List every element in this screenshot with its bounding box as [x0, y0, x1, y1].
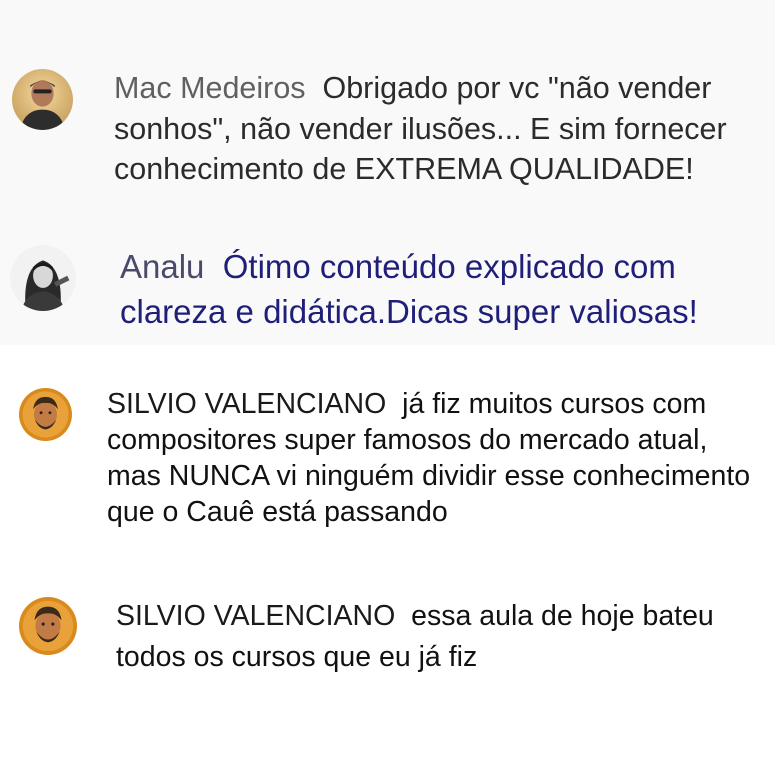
user-avatar-icon[interactable]	[10, 245, 76, 311]
comment-line: clareza e didática.Dicas super valiosas!	[120, 292, 698, 330]
comment-line: sonhos", não vender ilusões... E sim for…	[114, 111, 727, 146]
comment-text: essa aula de hoje bateu	[411, 600, 714, 632]
comment-line: mas NUNCA vi ninguém dividir esse conhec…	[107, 460, 751, 492]
comment-line: compositores super famosos do mercado at…	[107, 424, 708, 456]
comment-line: todos os cursos que eu já fiz	[116, 641, 478, 673]
comment-author[interactable]: Analu	[120, 248, 204, 285]
comment-line: Mac Medeiros Obrigado por vc "não vender	[114, 68, 727, 109]
comment-body: Mac Medeiros Obrigado por vc "não vender…	[114, 68, 727, 190]
comment-item: SILVIO VALENCIANO essa aula de hoje bate…	[0, 570, 775, 775]
comment-author[interactable]: SILVIO VALENCIANO	[107, 388, 386, 420]
comment-line: que o Cauê está passando	[107, 496, 448, 528]
comment-author[interactable]: SILVIO VALENCIANO	[116, 600, 395, 632]
comment-body: SILVIO VALENCIANO já fiz muitos cursos c…	[107, 386, 750, 530]
comment-text: já fiz muitos cursos com	[402, 388, 707, 420]
comment-item: Analu Ótimo conteúdo explicado com clare…	[0, 215, 775, 345]
comment-line: SILVIO VALENCIANO já fiz muitos cursos c…	[107, 386, 750, 422]
user-avatar-icon[interactable]	[19, 597, 77, 655]
comment-author[interactable]: Mac Medeiros	[114, 71, 306, 105]
comment-text: Obrigado por vc "não vender	[322, 71, 712, 105]
user-avatar-icon[interactable]	[19, 388, 72, 441]
comment-item: SILVIO VALENCIANO já fiz muitos cursos c…	[0, 345, 775, 570]
comment-item: Mac Medeiros Obrigado por vc "não vender…	[0, 0, 775, 215]
comment-line: Analu Ótimo conteúdo explicado com	[120, 245, 698, 290]
comment-line: conhecimento de EXTREMA QUALIDADE!	[114, 152, 694, 186]
comment-body: Analu Ótimo conteúdo explicado com clare…	[120, 245, 698, 334]
comment-line: SILVIO VALENCIANO essa aula de hoje bate…	[116, 596, 714, 637]
comment-body: SILVIO VALENCIANO essa aula de hoje bate…	[116, 596, 714, 678]
comment-text: Ótimo conteúdo explicado com	[222, 248, 676, 285]
user-avatar-icon[interactable]	[12, 69, 73, 130]
